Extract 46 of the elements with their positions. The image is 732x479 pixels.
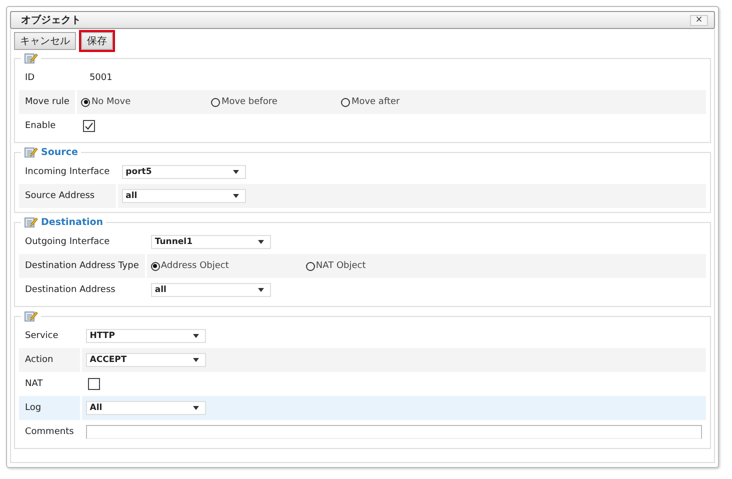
toolbar-button[interactable]: 保存 bbox=[81, 32, 113, 50]
radio-button[interactable] bbox=[211, 98, 220, 106]
dropdown-caret-icon bbox=[232, 170, 239, 174]
dropdown-caret-icon bbox=[258, 240, 264, 244]
field-label: Action bbox=[19, 348, 82, 372]
radio-button[interactable] bbox=[150, 262, 160, 270]
dropdown[interactable]: ACCEPT bbox=[86, 353, 206, 367]
field-label: Destination Address Type bbox=[19, 254, 147, 278]
radio-label: No Move bbox=[91, 97, 131, 107]
close-button[interactable]: × bbox=[690, 14, 708, 26]
field-label: Destination Address bbox=[19, 278, 147, 302]
dropdown-caret-icon bbox=[192, 406, 199, 410]
radio-label: Address Object bbox=[160, 261, 229, 271]
dropdown[interactable]: all bbox=[150, 283, 271, 297]
dropdown-caret-icon bbox=[258, 288, 264, 292]
edit-icon bbox=[24, 146, 38, 158]
dropdown[interactable]: port5 bbox=[122, 165, 246, 179]
edit-icon bbox=[24, 310, 38, 322]
section-title: Source bbox=[41, 146, 78, 158]
radio-button[interactable] bbox=[306, 262, 315, 270]
dropdown-caret-icon bbox=[192, 334, 199, 338]
dropdown[interactable]: HTTP bbox=[86, 329, 206, 343]
field-label: Log bbox=[19, 396, 82, 420]
radio-label: NAT Object bbox=[316, 261, 366, 271]
checkbox[interactable] bbox=[83, 120, 96, 132]
edit-icon bbox=[24, 52, 38, 64]
field-label: Source Address bbox=[19, 184, 118, 208]
dropdown[interactable]: All bbox=[86, 401, 206, 415]
radio-button[interactable] bbox=[81, 98, 90, 106]
dropdown-caret-icon bbox=[192, 358, 199, 362]
field-label: Enable bbox=[19, 114, 78, 138]
checkbox[interactable] bbox=[88, 378, 100, 390]
radio-button[interactable] bbox=[341, 98, 350, 106]
dropdown[interactable]: all bbox=[122, 189, 246, 203]
toolbar-button[interactable]: キャンセル bbox=[14, 32, 76, 50]
dropdown[interactable]: Tunnel1 bbox=[150, 235, 271, 249]
section-title: Destination bbox=[41, 216, 104, 228]
edit-icon bbox=[24, 216, 38, 228]
dropdown-caret-icon bbox=[232, 194, 239, 198]
comments-field[interactable] bbox=[86, 425, 702, 439]
window-title: オブジェクト bbox=[21, 14, 81, 27]
field-label: Move rule bbox=[19, 90, 78, 114]
field-label: Comments bbox=[19, 420, 82, 444]
field-value: 5001 bbox=[89, 73, 112, 83]
radio-label: Move before bbox=[221, 97, 278, 107]
radio-label: Move after bbox=[351, 97, 400, 107]
